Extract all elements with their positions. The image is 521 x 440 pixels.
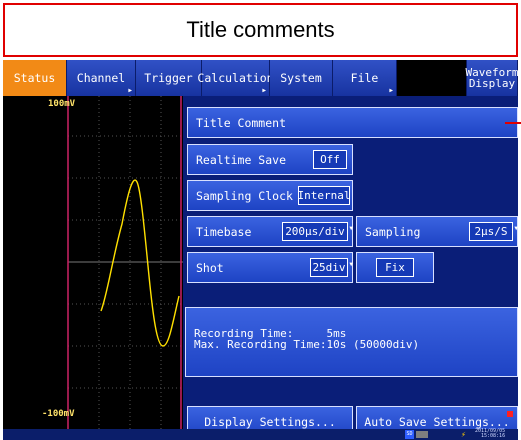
title-comment-button[interactable]: Title Comment [187,107,521,138]
recording-info-box: Recording Time: 5ms Max. Recording Time:… [185,307,518,377]
timebase-button[interactable]: Timebase 200µs/div ▼ [187,216,353,247]
max-recording-time-text: Max. Recording Time:10s (50000div) [194,338,420,351]
realtime-save-button[interactable]: Realtime Save Off [187,144,353,175]
sampling-label: Sampling [365,224,421,239]
status-bar: SD ⚡ 2011/09/05 15:08:16 [3,429,518,440]
shot-label: Shot [196,260,224,275]
submenu-arrow-icon: ▶ [128,87,132,94]
annotation-title: Title comments [186,17,335,42]
tab-channel[interactable]: Channel ▶ [67,60,136,96]
submenu-arrow-icon: ▶ [262,87,266,94]
status-panel: Title Comment Realtime Save Off Sampling… [183,96,521,437]
tab-calculation[interactable]: Calculation ▶ [197,60,274,96]
tab-channel-label: Channel [76,71,126,85]
tab-waveform-label-line2: Display [468,77,516,90]
scope-bottom-scale: -100mV [42,409,75,419]
annotation-banner: Title comments [3,3,518,57]
dropdown-arrow-icon: ▼ [349,225,353,232]
realtime-save-label: Realtime Save [196,152,287,167]
tab-calculation-label: Calculation [197,71,274,85]
shot-value: 25div [310,258,348,277]
sampling-clock-button[interactable]: Sampling Clock Internal [187,180,353,211]
timebase-label: Timebase [196,224,252,239]
tab-file-label: File [350,71,379,85]
title-comment-label: Title Comment [196,115,287,130]
sampling-clock-value: Internal [298,186,351,205]
sampling-value: 2µs/S [469,222,513,241]
display-settings-label: Display Settings... [204,414,336,429]
tab-trigger-label: Trigger [144,71,193,85]
dropdown-arrow-icon: ▼ [514,225,518,232]
tab-status[interactable]: Status [3,60,67,96]
clock-time: 15:08:16 [481,433,506,439]
tab-waveform-display[interactable]: Waveform Display [466,60,519,96]
tab-status-label: Status [13,71,56,85]
sampling-clock-label: Sampling Clock [196,188,293,203]
shot-button[interactable]: Shot 25div ▼ [187,252,353,283]
submenu-arrow-icon: ▶ [389,87,393,94]
sampling-button[interactable]: Sampling 2µs/S ▼ [356,216,518,247]
tab-system-label: System [280,71,322,85]
callout-marker [505,122,521,124]
realtime-save-value: Off [313,150,347,169]
auto-save-settings-label: Auto Save Settings... [364,414,510,429]
tab-trigger[interactable]: Trigger [136,60,202,96]
timebase-value: 200µs/div [282,222,348,241]
battery-icon [416,431,428,438]
clock: 2011/09/05 15:08:16 [475,429,517,440]
scope-top-scale: 100mV [48,99,76,109]
waveform-trace [100,179,180,347]
dropdown-arrow-icon: ▼ [349,261,353,268]
waveform-scope: 100mV -100mV [3,96,183,429]
ac-power-icon: ⚡ [461,430,466,439]
sd-card-icon: SD [405,430,414,439]
waveform-graph [67,96,183,429]
fix-button[interactable]: Fix [356,252,434,283]
auto-save-indicator-icon [507,411,513,417]
tab-system[interactable]: System [270,60,333,96]
device-screen: Status Channel ▶ Trigger Calculation ▶ S… [3,60,521,440]
tab-file[interactable]: File ▶ [333,60,397,96]
tab-blank [397,60,467,96]
tab-bar: Status Channel ▶ Trigger Calculation ▶ S… [3,60,519,96]
fix-value: Fix [376,258,414,277]
